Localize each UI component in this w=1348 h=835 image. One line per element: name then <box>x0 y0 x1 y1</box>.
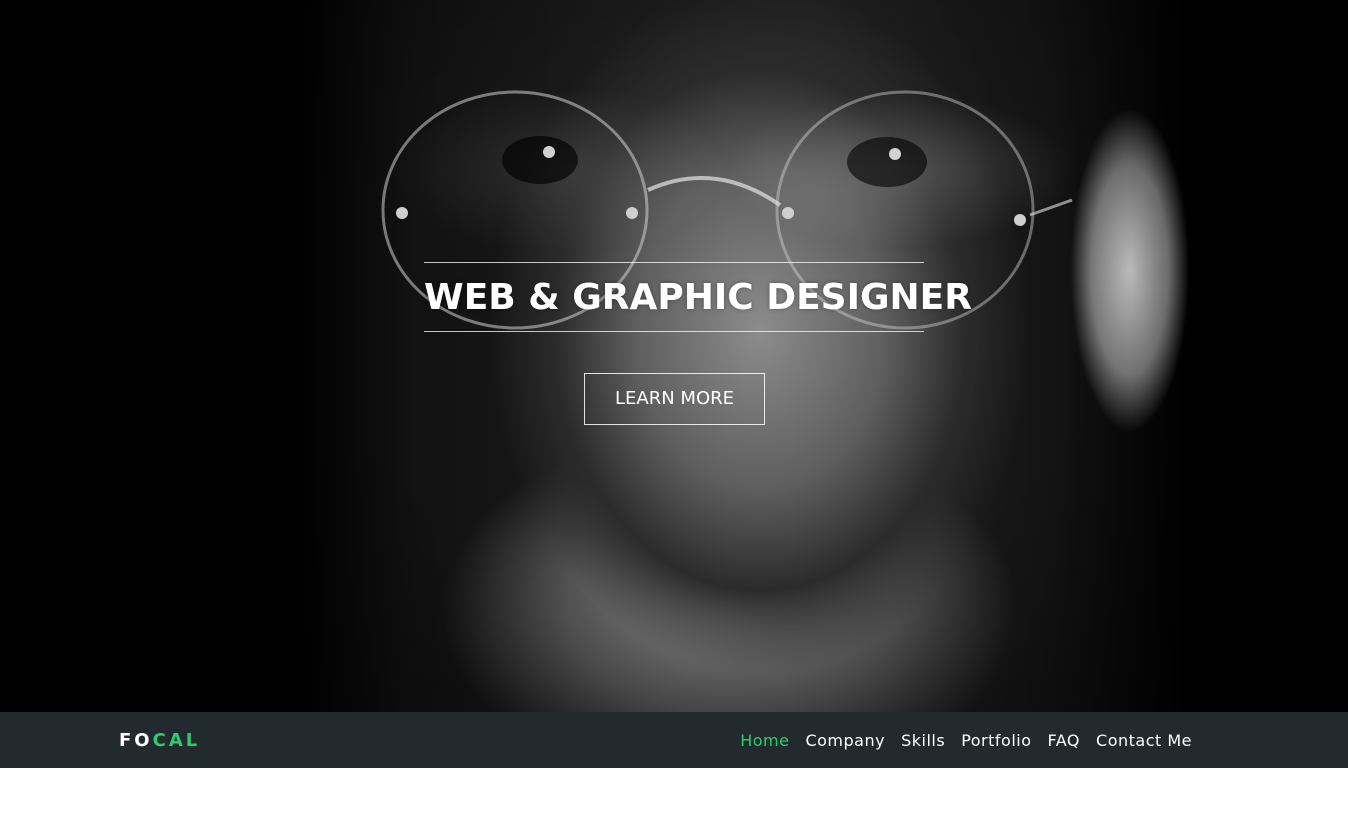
hero-headline: WEB & GRAPHIC DESIGNER <box>424 277 972 318</box>
hero-section: WEB & GRAPHIC DESIGNER LEARN MORE <box>0 0 1348 712</box>
learn-more-button[interactable]: LEARN MORE <box>584 373 765 425</box>
nav-item-portfolio[interactable]: Portfolio <box>961 731 1031 750</box>
nav-item-company[interactable]: Company <box>805 731 885 750</box>
nav-item-home[interactable]: Home <box>740 731 789 750</box>
eyeglasses-illustration <box>381 90 1073 330</box>
brand-logo[interactable]: FOCAL <box>119 712 200 768</box>
headline-frame: WEB & GRAPHIC DESIGNER <box>424 262 972 332</box>
brand-logo-part1: FO <box>119 730 153 751</box>
nav-menu: Home Company Skills Portfolio FAQ Contac… <box>724 712 1192 768</box>
nav-item-contact[interactable]: Contact Me <box>1096 731 1192 750</box>
nav-item-faq[interactable]: FAQ <box>1048 731 1081 750</box>
nav-item-skills[interactable]: Skills <box>901 731 945 750</box>
page-content-blank <box>0 768 1348 835</box>
brand-logo-part2: CAL <box>152 730 201 751</box>
main-navbar: FOCAL Home Company Skills Portfolio FAQ … <box>0 712 1348 768</box>
